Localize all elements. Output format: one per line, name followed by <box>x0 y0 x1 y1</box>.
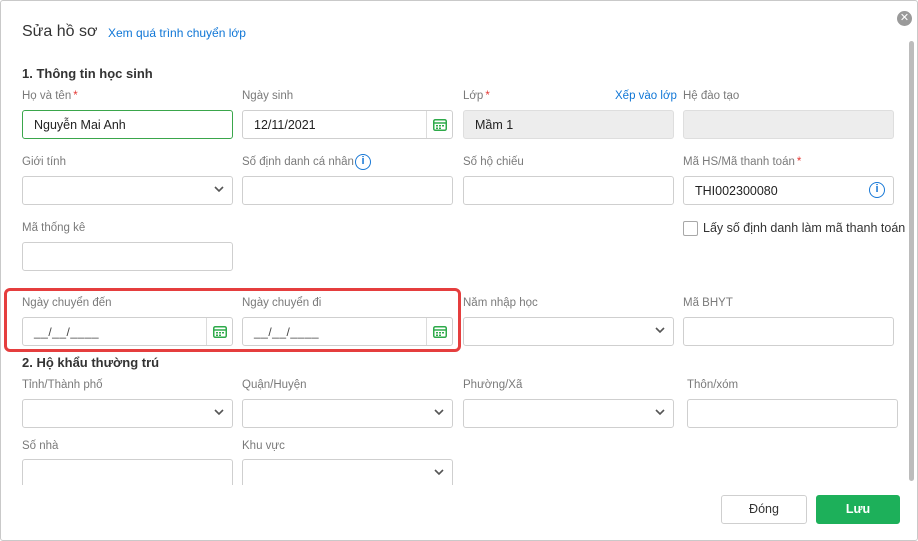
stat-code-label: Mã thống kê <box>22 222 86 234</box>
chevron-down-icon <box>214 409 224 416</box>
gender-label: Giới tính <box>22 156 66 168</box>
class-input: Mầm 1 <box>463 110 674 139</box>
save-button[interactable]: Lưu <box>816 495 900 524</box>
health-insurance-input[interactable] <box>683 317 894 346</box>
info-icon[interactable]: i <box>869 182 885 198</box>
hamlet-label: Thôn/xóm <box>687 379 739 391</box>
use-id-as-payment-label[interactable]: Lấy số định danh làm mã thanh toán <box>703 221 905 235</box>
section-student-info-title: 1. Thông tin học sinh <box>22 66 153 81</box>
payment-code-input[interactable]: THI002300080 i <box>683 176 894 205</box>
chevron-down-icon <box>434 469 444 476</box>
info-icon[interactable]: i <box>355 154 371 170</box>
section-permanent-address-title: 2. Hộ khẩu thường trú <box>22 355 160 370</box>
health-insurance-label: Mã BHYT <box>683 297 733 309</box>
training-system-input <box>683 110 894 139</box>
calendar-icon[interactable] <box>206 318 232 345</box>
birth-date-label: Ngày sinh <box>242 90 294 102</box>
dialog-title: Sửa hồ sơ <box>22 23 98 40</box>
training-system-label: Hệ đào tạo <box>683 90 740 102</box>
hamlet-input[interactable] <box>687 399 898 428</box>
transfer-out-date-label: Ngày chuyển đi <box>242 297 322 309</box>
district-select[interactable] <box>242 399 453 428</box>
full-name-label: Họ và tên * <box>22 90 78 102</box>
chevron-down-icon <box>434 409 444 416</box>
ward-select[interactable] <box>463 399 674 428</box>
house-number-input[interactable] <box>22 459 233 485</box>
scrollbar[interactable] <box>909 41 915 481</box>
view-class-transfer-history-link[interactable]: Xem quá trình chuyển lớp <box>108 26 246 40</box>
birth-date-input[interactable]: 12/11/2021 <box>242 110 453 139</box>
calendar-icon[interactable] <box>426 318 452 345</box>
payment-code-value: THI002300080 <box>695 184 778 198</box>
passport-label: Số hộ chiếu <box>463 156 524 168</box>
transfer-in-date-label: Ngày chuyển đến <box>22 297 112 309</box>
transfer-out-date-input[interactable]: __/__/____ <box>242 317 453 346</box>
assign-class-link[interactable]: Xếp vào lớp <box>615 90 677 102</box>
gender-select[interactable] <box>22 176 233 205</box>
province-select[interactable] <box>22 399 233 428</box>
stat-code-input[interactable] <box>22 242 233 271</box>
chevron-down-icon <box>214 186 224 193</box>
full-name-value: Nguyễn Mai Anh <box>34 118 126 132</box>
payment-code-label: Mã HS/Mã thanh toán * <box>683 156 802 168</box>
personal-id-input[interactable] <box>242 176 453 205</box>
edit-profile-dialog: Sửa hồ sơ Xem quá trình chuyển lớp ✕ 1. … <box>0 0 918 541</box>
scrollbar-thumb[interactable] <box>909 41 914 481</box>
use-id-as-payment-checkbox[interactable] <box>683 221 698 236</box>
class-label: Lớp * <box>463 90 490 102</box>
personal-id-label: Số định danh cá nhân <box>242 156 354 168</box>
district-label: Quận/Huyện <box>242 379 307 391</box>
chevron-down-icon <box>655 409 665 416</box>
house-number-label: Số nhà <box>22 440 59 452</box>
close-button[interactable]: Đóng <box>721 495 807 524</box>
enroll-year-label: Năm nhập học <box>463 297 538 309</box>
enroll-year-select[interactable] <box>463 317 674 346</box>
full-name-input[interactable]: Nguyễn Mai Anh <box>22 110 233 139</box>
area-select[interactable] <box>242 459 453 485</box>
class-value: Mầm 1 <box>475 118 514 132</box>
transfer-out-date-placeholder: __/__/____ <box>254 325 320 339</box>
province-label: Tỉnh/Thành phố <box>22 379 103 391</box>
transfer-in-date-placeholder: __/__/____ <box>34 325 100 339</box>
passport-input[interactable] <box>463 176 674 205</box>
chevron-down-icon <box>655 327 665 334</box>
ward-label: Phường/Xã <box>463 379 523 391</box>
close-icon[interactable]: ✕ <box>897 11 912 26</box>
birth-date-value: 12/11/2021 <box>254 118 316 132</box>
transfer-in-date-input[interactable]: __/__/____ <box>22 317 233 346</box>
area-label: Khu vực <box>242 440 285 452</box>
calendar-icon[interactable] <box>426 111 452 138</box>
